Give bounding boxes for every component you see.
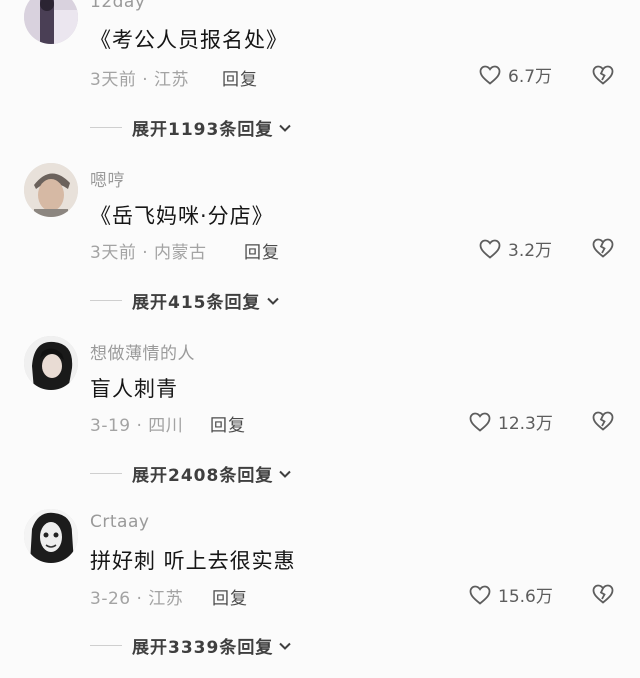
comment-meta: 3天前 · 江苏 [90, 70, 190, 90]
comment-text: 拼好刺 听上去很实惠 [90, 549, 296, 573]
reply-button[interactable]: 回复 [222, 65, 258, 90]
comment-meta: 3天前 · 内蒙古 [90, 243, 207, 263]
reply-button[interactable]: 回复 [244, 238, 280, 263]
expand-replies-button[interactable]: 展开2408条回复 [90, 461, 293, 486]
heart-icon [469, 412, 491, 432]
like-count: 3.2万 [508, 241, 553, 261]
expand-replies-label: 展开2408条回复 [132, 466, 274, 486]
broken-heart-icon[interactable] [590, 582, 616, 606]
like-count: 15.6万 [498, 587, 553, 607]
comment-username[interactable]: 嗯哼 [90, 166, 125, 191]
divider-line [90, 126, 122, 129]
divider-line [90, 299, 122, 302]
heart-icon [469, 585, 491, 605]
comment-text: 盲人刺青 [90, 377, 178, 401]
broken-heart-icon[interactable] [590, 409, 616, 433]
comment-username[interactable]: Crtaay [90, 512, 149, 532]
divider-line [90, 472, 122, 475]
reply-button[interactable]: 回复 [210, 411, 246, 436]
expand-replies-button[interactable]: 展开415条回复 [90, 288, 281, 313]
comment-text: 《考公人员报名处》 [90, 28, 288, 52]
comment-text: 《岳飞妈咪·分店》 [90, 204, 274, 228]
heart-icon [479, 65, 501, 85]
divider-line [90, 644, 122, 647]
chevron-down-icon [279, 642, 292, 650]
comment-item: 嗯哼 《岳飞妈咪·分店》 3天前 · 内蒙古 回复 3.2万 展开415条回复 [0, 160, 640, 332]
like-button[interactable]: 3.2万 [478, 236, 552, 261]
chevron-down-icon [266, 297, 279, 305]
comment-meta: 3-19 · 四川 [90, 416, 184, 436]
avatar[interactable] [24, 509, 78, 563]
like-count: 6.7万 [508, 67, 553, 87]
avatar[interactable] [24, 163, 78, 217]
comment-item: 想做薄情的人 盲人刺青 3-19 · 四川 回复 12.3万 展开2408条回复 [0, 333, 640, 505]
heart-icon [479, 239, 501, 259]
broken-heart-icon[interactable] [590, 63, 616, 87]
comment-username[interactable]: 想做薄情的人 [90, 339, 195, 364]
broken-heart-icon[interactable] [590, 236, 616, 260]
reply-button[interactable]: 回复 [212, 584, 248, 609]
like-button[interactable]: 12.3万 [468, 409, 553, 434]
avatar[interactable] [24, 336, 78, 390]
comment-item: Crtaay 拼好刺 听上去很实惠 3-26 · 江苏 回复 15.6万 展开3… [0, 506, 640, 678]
expand-replies-button[interactable]: 展开1193条回复 [90, 115, 293, 140]
comment-username[interactable]: 12day [90, 0, 145, 12]
chevron-down-icon [279, 470, 292, 478]
expand-replies-label: 展开1193条回复 [132, 120, 274, 140]
expand-replies-label: 展开415条回复 [132, 293, 261, 313]
like-button[interactable]: 6.7万 [478, 62, 552, 87]
comment-meta: 3-26 · 江苏 [90, 589, 184, 609]
avatar[interactable] [24, 0, 78, 44]
expand-replies-button[interactable]: 展开3339条回复 [90, 633, 293, 658]
like-count: 12.3万 [498, 414, 553, 434]
chevron-down-icon [279, 124, 292, 132]
comment-item: 12day 《考公人员报名处》 3天前 · 江苏 回复 6.7万 展开1193条… [0, 0, 640, 160]
like-button[interactable]: 15.6万 [468, 582, 553, 607]
expand-replies-label: 展开3339条回复 [132, 638, 274, 658]
